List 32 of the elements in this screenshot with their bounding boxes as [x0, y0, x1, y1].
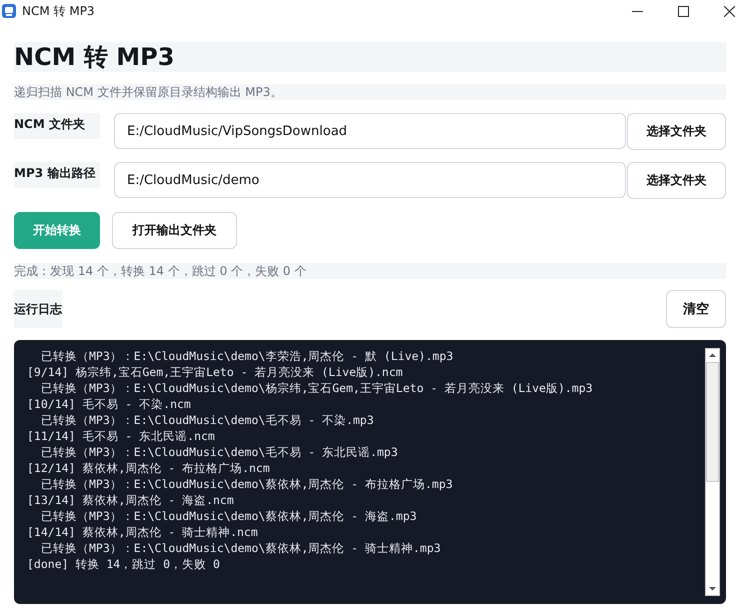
log-line: [10/14] 毛不易 - 不染.ncm — [27, 396, 192, 412]
log-line: 已转换（MP3）：E:\CloudMusic\demo\蔡依林,周杰伦 - 骑士精神.mp3 — [40, 540, 442, 556]
log-line: 已转换（MP3）：E:\CloudMusic\demo\蔡依林,周杰伦 - 布拉格广场.mp3 — [40, 476, 454, 492]
log-line: 已转换（MP3）：E:\CloudMusic\demo\李荣浩,周杰伦 - 默 (Live).mp3 — [40, 348, 454, 364]
log-line: [13/14] 蔡依林,周杰伦 - 海盗.ncm — [27, 492, 235, 508]
choose-folder-button[interactable]: 选择文件夹 — [627, 162, 726, 199]
page-subtitle: 递归扫描 NCM 文件并保留原目录结构输出 MP3。 — [14, 84, 726, 100]
log-line: 已转换（MP3）：E:\CloudMusic\demo\毛不易 - 东北民谣.mp3 — [40, 444, 399, 460]
choose-folder-button[interactable]: 选择文件夹 — [627, 113, 726, 150]
log-line: 已转换（MP3）：E:\CloudMusic\demo\毛不易 - 不染.mp3 — [40, 412, 375, 428]
field-label: NCM 文件夹 — [14, 113, 100, 139]
log-title: 运行日志 — [14, 290, 62, 328]
close-icon[interactable] — [724, 6, 735, 16]
page-heading: NCM 转 MP3 — [14, 42, 726, 72]
log-line: [done] 转换 14，跳过 0，失败 0 — [27, 556, 221, 572]
log-line: [11/14] 毛不易 - 东北民谣.ncm — [27, 428, 216, 444]
scrollbar[interactable] — [705, 348, 720, 596]
path-field[interactable]: E:/CloudMusic/demo — [114, 162, 626, 198]
log-line: [12/14] 蔡依林,周杰伦 - 布拉格广场.ncm — [27, 460, 271, 476]
field-label: MP3 输出路径 — [14, 162, 100, 188]
log-line: 已转换（MP3）：E:\CloudMusic\demo\蔡依林,周杰伦 - 海盗.mp3 — [40, 508, 418, 524]
log-line: [14/14] 蔡依林,周杰伦 - 骑士精神.ncm — [27, 524, 259, 540]
app-icon — [2, 4, 16, 18]
log-line: [9/14] 杨宗纬,宝石Gem,王宇宙Leto - 若月亮没来 (Live版).ncm — [27, 364, 404, 380]
maximize-icon[interactable] — [678, 6, 689, 16]
status-text: 完成：发现 14 个，转换 14 个，跳过 0 个，失败 0 个 — [14, 263, 726, 279]
clear-button[interactable]: 清空 — [666, 290, 726, 328]
log-line: 已转换（MP3）：E:\CloudMusic\demo\杨宗纬,宝石Gem,王宇宙Leto - 若月亮没来 (Live版).mp3 — [40, 380, 594, 396]
path-field[interactable]: E:/CloudMusic/VipSongsDownload — [114, 113, 626, 149]
window-title: NCM 转 MP3 — [22, 2, 95, 20]
scrollbar-thumb[interactable] — [706, 362, 719, 482]
open-folder-button[interactable]: 打开输出文件夹 — [112, 212, 237, 249]
